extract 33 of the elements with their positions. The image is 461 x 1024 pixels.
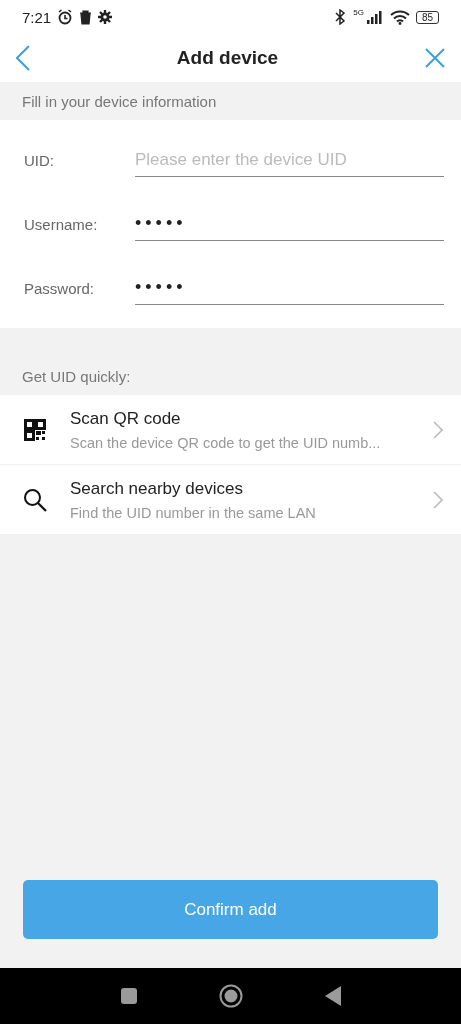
item-title: Scan QR code	[70, 408, 182, 429]
item-subtitle: Find the UID number in the same LAN	[70, 504, 317, 521]
field-label: Password:	[24, 279, 96, 297]
gear-icon	[98, 10, 113, 24]
section-heading: Get UID quickly:	[22, 368, 131, 385]
search-icon	[23, 487, 47, 512]
page-title: Add device	[176, 47, 279, 69]
item-subtitle: Scan the device QR code to get the UID numb...	[70, 434, 382, 451]
bluetooth-icon	[333, 9, 348, 25]
section-heading: Fill in your device information	[22, 92, 217, 110]
back-icon[interactable]	[16, 45, 30, 71]
network-label: 5G	[353, 8, 364, 17]
chevron-icon	[433, 490, 443, 509]
input-field[interactable]: •••••	[135, 271, 444, 305]
recents-icon[interactable]	[120, 988, 137, 1004]
list-item[interactable]: Scan QR code Scan the device QR code to get the UID numb...	[0, 395, 461, 464]
battery-indicator: 85	[415, 10, 439, 24]
qr-code-icon	[23, 418, 47, 441]
item-title: Search nearby devices	[70, 478, 244, 499]
signal-icon	[365, 10, 384, 24]
input-field[interactable]: Please enter the device UID	[135, 143, 444, 177]
trash-icon	[79, 9, 93, 25]
alarm-icon	[57, 9, 74, 25]
field-label: Username:	[24, 215, 99, 233]
field-label: UID:	[24, 151, 55, 169]
status-time: 7:21	[22, 8, 52, 26]
wifi-icon	[389, 9, 410, 25]
close-icon[interactable]	[425, 48, 445, 68]
home-icon[interactable]	[218, 984, 243, 1008]
chevron-icon	[433, 420, 443, 439]
input-field[interactable]: •••••	[135, 207, 444, 241]
back-nav-icon[interactable]	[324, 986, 341, 1006]
list-item[interactable]: Search nearby devices Find the UID number in the same LAN	[0, 465, 461, 534]
